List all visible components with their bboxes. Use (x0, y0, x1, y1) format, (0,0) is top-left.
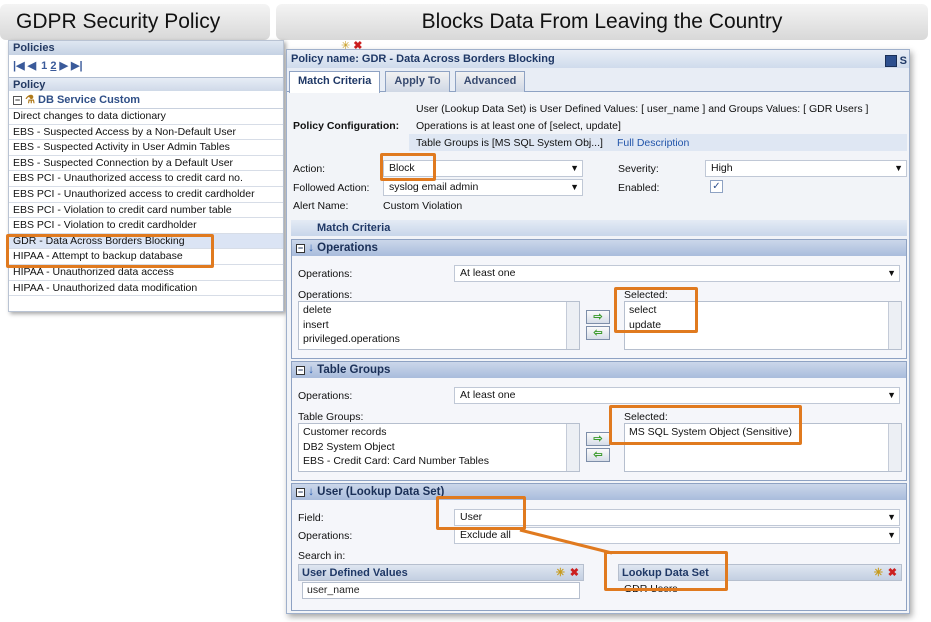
connector-arrow (519, 528, 613, 555)
